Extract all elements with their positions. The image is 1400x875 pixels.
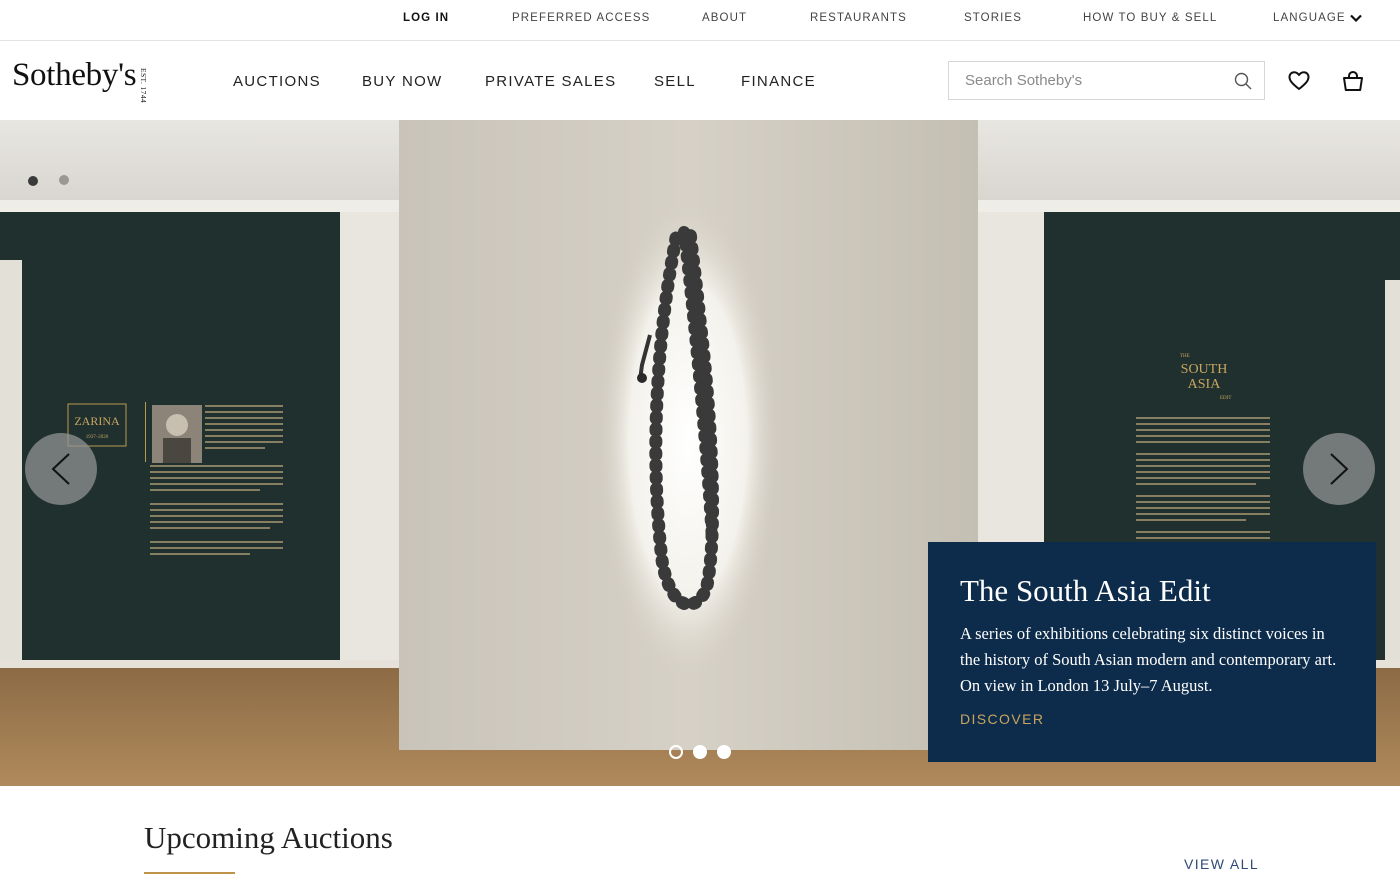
chevron-right-icon [1330,453,1349,485]
hero-carousel: ZARINA 1937–2020 THE SOUTH ASIA EDIT The… [0,120,1400,786]
panel-edit: EDIT [1220,396,1231,401]
heading-underline [144,872,235,874]
carousel-next-button[interactable] [1303,433,1375,505]
promo-title: The South Asia Edit [960,573,1211,608]
search-icon[interactable] [1234,72,1252,90]
panel-south: SOUTH [1181,362,1228,377]
carousel-dot-2[interactable] [693,745,707,759]
upcoming-auctions-heading: Upcoming Auctions [144,820,393,855]
zarina-label: ZARINA [74,414,120,428]
nav-auctions[interactable]: AUCTIONS [233,73,321,90]
about-link[interactable]: ABOUT [702,12,747,24]
stories-link[interactable]: STORIES [964,12,1022,24]
carousel-dots [669,745,731,759]
login-link[interactable]: LOG IN [403,12,449,24]
language-selector[interactable]: LANGUAGE [1273,12,1362,24]
how-to-buy-sell-link[interactable]: HOW TO BUY & SELL [1083,12,1217,24]
discover-link[interactable]: DISCOVER [960,711,1044,727]
left-doorframe [340,200,402,690]
nav-finance[interactable]: FINANCE [741,73,816,90]
chevron-down-icon [1349,14,1362,22]
restaurants-link[interactable]: RESTAURANTS [810,12,907,24]
view-all-link[interactable]: VIEW ALL [1184,856,1259,872]
preferred-access-link[interactable]: PREFERRED ACCESS [512,12,650,24]
ceiling-sensor [28,176,38,186]
search-input[interactable] [949,62,1229,99]
zarina-dates: 1937–2020 [86,435,109,440]
search-box [948,61,1265,100]
logo-est: EST. 1744 [138,68,148,104]
panel-asia: ASIA [1188,377,1222,392]
language-label: LANGUAGE [1273,12,1346,24]
chevron-left-icon [51,453,70,485]
far-right-door [1385,280,1400,720]
nav-sell[interactable]: SELL [654,73,696,90]
panel-kicker: THE [1180,354,1190,359]
logo[interactable]: Sotheby's EST. 1744 [12,57,148,104]
promo-description: A series of exhibitions celebrating six … [960,624,1337,696]
ceiling-sensor [59,175,69,185]
carousel-dot-3[interactable] [717,745,731,759]
utility-bar: LOG IN PREFERRED ACCESS ABOUT RESTAURANT… [0,0,1400,41]
far-left-door [0,260,22,730]
logo-wordmark: Sotheby's [12,57,137,93]
carousel-dot-1[interactable] [669,745,683,759]
promo-card: The South Asia Edit A series of exhibiti… [928,542,1376,762]
carousel-prev-button[interactable] [25,433,97,505]
nav-buy-now[interactable]: BUY NOW [362,73,443,90]
nav-private-sales[interactable]: PRIVATE SALES [485,73,616,90]
heart-icon[interactable] [1288,70,1310,92]
main-header: Sotheby's EST. 1744 AUCTIONS BUY NOW PRI… [0,41,1400,120]
shopping-bag-icon[interactable] [1342,70,1364,92]
